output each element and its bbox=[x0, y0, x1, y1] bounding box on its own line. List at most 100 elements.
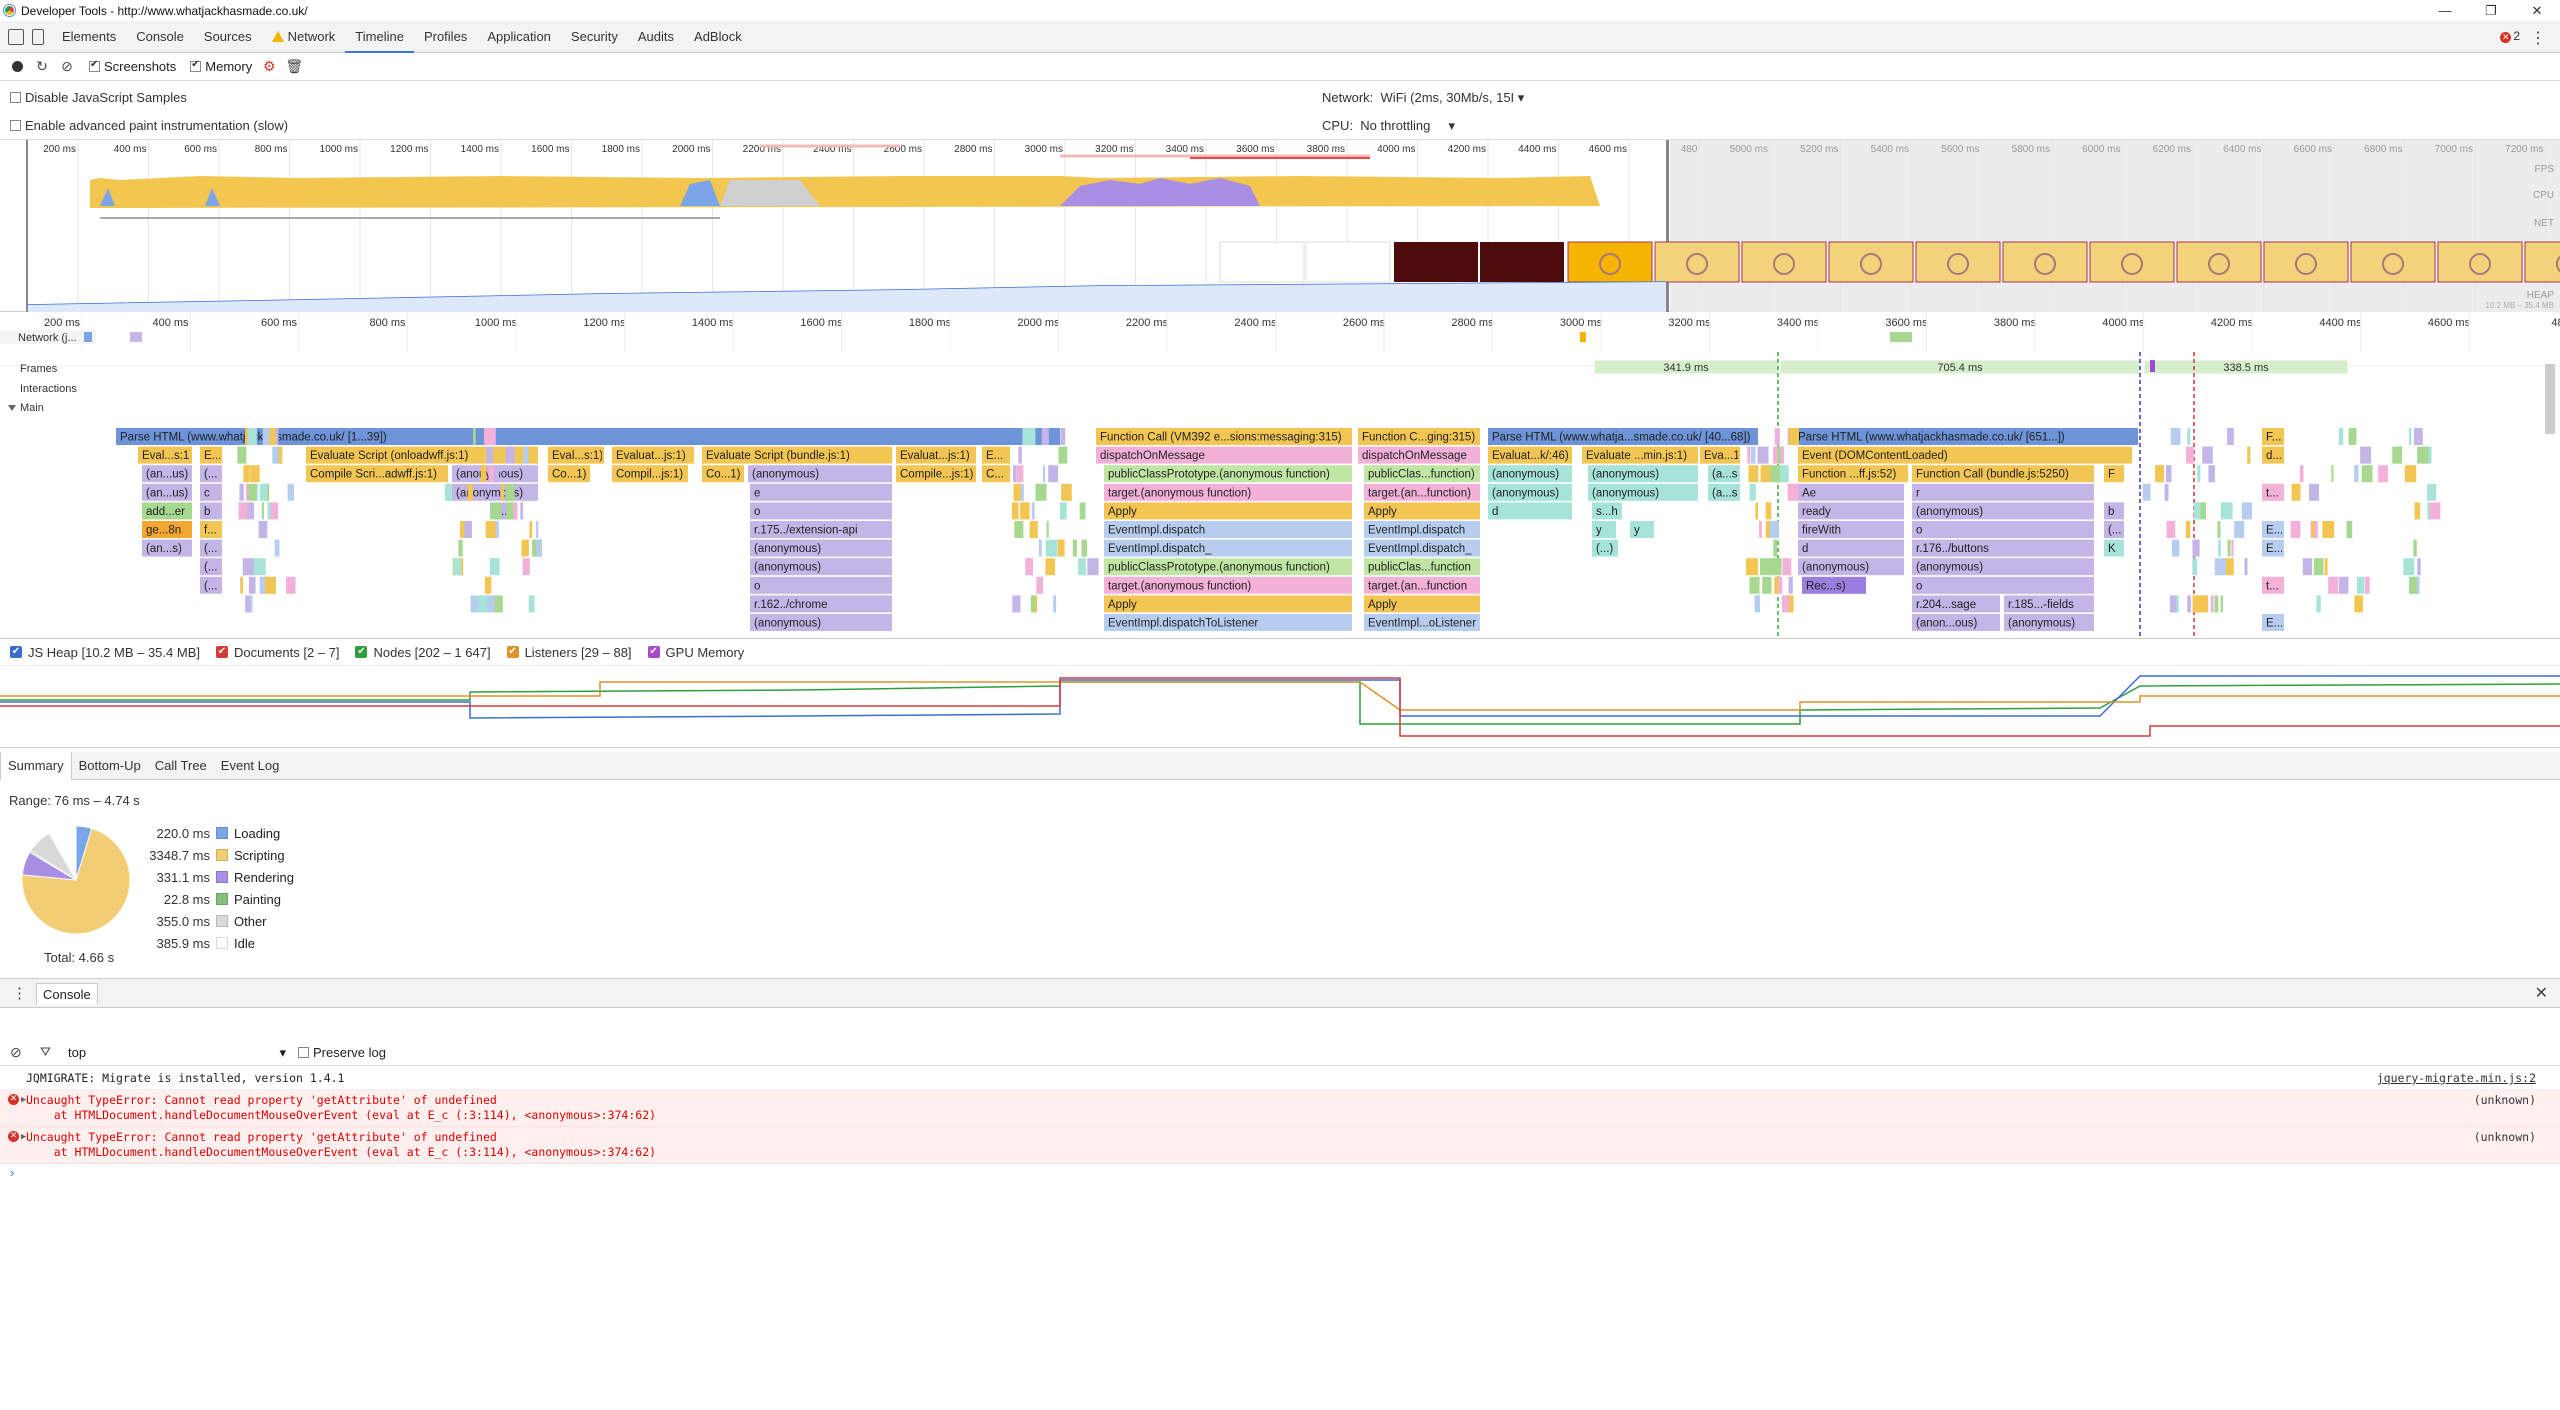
console-message[interactable]: ✕ ▶ Uncaught TypeError: Cannot read proper… bbox=[0, 1090, 2560, 1127]
tab-network[interactable]: Network bbox=[262, 21, 346, 53]
console-message[interactable]: ✕ ▶ Uncaught TypeError: Cannot read proper… bbox=[0, 1127, 2560, 1164]
expand-triangle-icon[interactable]: ▶ bbox=[21, 1130, 26, 1145]
capture-options: Disable JavaScript Samples Enable advanc… bbox=[0, 82, 2560, 140]
flame-block-label: (anon...ous) bbox=[1916, 618, 1978, 630]
flame-block-label: r.204...sage bbox=[1916, 599, 1976, 611]
flame-sliver bbox=[520, 502, 524, 520]
flame-sliver bbox=[2361, 465, 2373, 483]
flame-sliver bbox=[2187, 428, 2191, 445]
flame-sliver bbox=[2311, 521, 2315, 538]
flame-sliver bbox=[2187, 595, 2191, 613]
overview-tick-label: 400 ms bbox=[114, 144, 147, 155]
disable-js-samples-checkbox[interactable]: Disable JavaScript Samples bbox=[10, 90, 187, 105]
flame-sliver bbox=[1031, 502, 1035, 520]
tab-adblock[interactable]: AdBlock bbox=[684, 21, 752, 53]
console-prompt[interactable]: › bbox=[10, 1165, 14, 1180]
flame-block-label: dispatchOnMessage bbox=[1362, 450, 1467, 462]
console-message[interactable]: JQMIGRATE: Migrate is installed, version… bbox=[0, 1068, 2560, 1090]
flame-sliver bbox=[528, 595, 535, 613]
flame-block-label: Event (DOMContentLoaded) bbox=[1802, 450, 1948, 462]
close-window-button[interactable]: ✕ bbox=[2514, 0, 2560, 21]
flame-block-label: Eva...1) bbox=[1704, 450, 1744, 462]
close-drawer-icon[interactable]: ✕ bbox=[2535, 983, 2548, 1003]
ruler-tick-label: 1000 ms bbox=[475, 317, 518, 329]
cpu-throttle-select[interactable]: No throttling ▾ bbox=[1360, 118, 1455, 133]
screenshot-thumb bbox=[1480, 242, 1564, 282]
flame-sliver bbox=[2244, 558, 2248, 576]
flame-block-label: E... bbox=[986, 450, 1003, 462]
flame-block-label: fireWith bbox=[1802, 525, 1841, 537]
expand-triangle-icon[interactable]: ▶ bbox=[21, 1093, 26, 1108]
legend-swatch bbox=[216, 915, 228, 927]
flame-block-label: (anonymous) bbox=[754, 618, 821, 630]
drawer-menu-icon[interactable]: ⋮ bbox=[12, 984, 27, 1002]
flame-block-label: Function C...ging:315) bbox=[1362, 432, 1475, 444]
listeners-checkbox[interactable]: ✔ Listeners [29 – 88] bbox=[506, 645, 632, 660]
capture-settings-icon[interactable]: ⚙ bbox=[261, 58, 277, 75]
tab-elements[interactable]: Elements bbox=[52, 21, 126, 53]
flame-sliver bbox=[240, 576, 243, 594]
nodes-checkbox[interactable]: ✔ Nodes [202 – 1 647] bbox=[355, 645, 491, 660]
drawer-tab-console[interactable]: Console bbox=[36, 983, 98, 1005]
cpu-throttle: CPU: No throttling ▾ bbox=[1322, 118, 1455, 133]
flame-chart[interactable]: Frames Interactions Main 341.9 ms 705.4 ms 33… bbox=[0, 352, 2560, 638]
memory-counters-bar: ✔ JS Heap [10.2 MB – 35.4 MB] ✔ Documents … bbox=[0, 638, 2560, 666]
flame-sliver bbox=[1013, 483, 1022, 501]
documents-line bbox=[0, 677, 2560, 737]
minimize-button[interactable]: — bbox=[2422, 0, 2468, 21]
flame-sliver bbox=[2316, 595, 2321, 613]
flame-block-label: (an...s) bbox=[146, 543, 182, 555]
flame-sliver bbox=[243, 465, 250, 483]
preserve-log-checkbox[interactable]: Preserve log bbox=[298, 1045, 386, 1060]
subtab-bottom-up[interactable]: Bottom-Up bbox=[72, 752, 148, 780]
flame-sliver bbox=[1036, 576, 1043, 594]
clear-icon[interactable]: ⊘ bbox=[59, 58, 75, 75]
inspect-element-icon[interactable] bbox=[8, 28, 24, 45]
flame-sliver bbox=[2217, 521, 2221, 538]
context-select[interactable]: top ▾ bbox=[68, 1045, 286, 1060]
tab-application[interactable]: Application bbox=[477, 21, 561, 53]
filter-icon[interactable]: ⛛ bbox=[40, 1044, 51, 1060]
tab-audits[interactable]: Audits bbox=[628, 21, 684, 53]
flame-block-label: r bbox=[1916, 487, 1920, 499]
screenshots-checkbox[interactable]: Screenshots bbox=[89, 59, 176, 74]
subtab-summary[interactable]: Summary bbox=[0, 751, 72, 780]
flame-block-label: (an...us) bbox=[146, 469, 188, 481]
flame-sliver bbox=[2365, 576, 2370, 594]
flame-sliver bbox=[2192, 558, 2198, 576]
documents-checkbox[interactable]: ✔ Documents [2 – 7] bbox=[215, 645, 339, 660]
flame-sliver bbox=[250, 595, 253, 613]
device-mode-icon[interactable] bbox=[32, 28, 44, 45]
flame-sliver bbox=[1059, 502, 1067, 520]
tab-sources[interactable]: Sources bbox=[194, 21, 262, 53]
tab-profiles[interactable]: Profiles bbox=[414, 21, 477, 53]
reload-record-icon[interactable]: ↻ bbox=[34, 58, 50, 75]
restore-button[interactable]: ❐ bbox=[2468, 0, 2514, 21]
gpu-memory-checkbox[interactable]: ✔ GPU Memory bbox=[647, 645, 744, 660]
paint-instrumentation-checkbox[interactable]: Enable advanced paint instrumentation (s… bbox=[10, 118, 288, 133]
flame-sliver bbox=[1747, 446, 1751, 464]
tab-console[interactable]: Console bbox=[126, 21, 194, 53]
flame-sliver bbox=[445, 483, 451, 501]
tab-security[interactable]: Security bbox=[561, 21, 628, 53]
flame-block-label: (anonymous) bbox=[1916, 506, 1983, 518]
garbage-collect-icon[interactable]: 🗑 bbox=[285, 58, 303, 75]
memory-checkbox[interactable]: Memory bbox=[190, 59, 252, 74]
overview-tick-label: 6200 ms bbox=[2153, 144, 2191, 155]
subtab-event-log[interactable]: Event Log bbox=[214, 752, 287, 780]
record-icon[interactable] bbox=[9, 59, 25, 75]
network-throttle-select[interactable]: WiFi (2ms, 30Mb/s, 15I ▾ bbox=[1381, 90, 1525, 105]
tab-timeline[interactable]: Timeline bbox=[345, 21, 414, 53]
console-message-source[interactable]: jquery-migrate.min.js:2 bbox=[2377, 1071, 2536, 1086]
nodes-line bbox=[0, 681, 2560, 725]
overview-tick-label: 6800 ms bbox=[2364, 144, 2402, 155]
js-heap-checkbox[interactable]: ✔ JS Heap [10.2 MB – 35.4 MB] bbox=[10, 645, 200, 660]
flame-sliver bbox=[1769, 465, 1780, 483]
clear-console-icon[interactable]: ⊘ bbox=[10, 1044, 22, 1061]
more-options-icon[interactable]: ⋮ bbox=[2530, 28, 2546, 48]
flame-sliver bbox=[2208, 446, 2211, 464]
timeline-overview[interactable]: 200 ms 400 ms 600 ms 800 ms 1000 ms 1200 ms 14… bbox=[0, 140, 2560, 312]
subtab-call-tree[interactable]: Call Tree bbox=[148, 752, 214, 780]
error-count-badge[interactable]: ✕ 2 bbox=[2500, 29, 2520, 43]
flame-sliver bbox=[2403, 558, 2415, 576]
